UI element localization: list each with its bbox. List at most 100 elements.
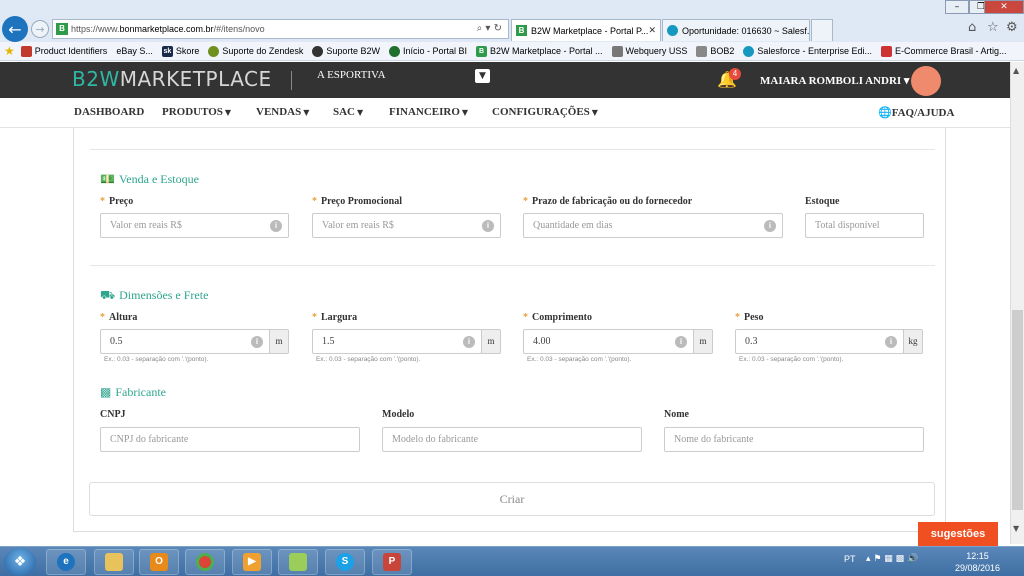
info-icon[interactable]: i [270,220,282,232]
favorite-link[interactable]: Product Identifiers [20,45,107,57]
peso-input[interactable]: 0.3 i [735,329,904,354]
info-icon[interactable]: i [463,336,475,348]
salesforce-icon [743,45,755,57]
taskbar-explorer[interactable] [94,549,134,575]
favorites-star-icon[interactable]: ☆ [987,20,999,35]
hint-text: Ex.: 0.03 - separação com '.'(ponto). [104,356,209,363]
nav-produtos[interactable]: PRODUTOS ▼ [162,106,231,118]
scroll-up-icon[interactable]: ▲ [1013,66,1019,75]
powerpoint-icon: P [383,553,401,571]
info-icon[interactable]: i [482,220,494,232]
settings-gear-icon[interactable]: ⚙ [1006,20,1018,35]
store-name: A ESPORTIVA [317,69,386,81]
chrome-icon [196,553,214,571]
favorites-star-icon[interactable]: ★ [4,44,15,58]
prazo-input[interactable]: Quantidade em dias i [523,213,783,238]
new-tab-button[interactable] [811,19,833,41]
address-tools-icon[interactable]: ⌕ ▾ ↻ [477,23,502,34]
caret-down-icon: ▼ [224,108,232,117]
tab-salesforce-opportunity[interactable]: Oportunidade: 016630 ~ Salesf... [662,19,810,41]
home-icon[interactable]: ⌂ [968,20,976,35]
unit-addon: m [481,329,501,354]
label-peso: * Peso [735,312,764,323]
nav-configuracoes[interactable]: CONFIGURAÇÕES ▼ [492,106,598,118]
divider [90,149,935,150]
favorite-link[interactable]: eBay S... [116,46,153,56]
forward-button[interactable]: → [31,20,49,38]
bookmark-icon [20,45,32,57]
start-button[interactable]: ❖ [4,548,36,576]
largura-input[interactable]: 1.5 i [312,329,482,354]
user-menu[interactable]: MAIARA ROMBOLI ANDRI ▾ [760,74,909,87]
cnpj-input[interactable]: CNPJ do fabricante [100,427,360,452]
scrollbar-thumb[interactable] [1012,310,1023,510]
tab-label: B2W Marketplace - Portal P... [531,25,649,36]
folder-icon [105,553,123,571]
label-cnpj: CNPJ [100,409,126,420]
modelo-input[interactable]: Modelo do fabricante [382,427,642,452]
taskbar-outlook[interactable]: O [139,549,179,575]
favorite-link[interactable]: E-Commerce Brasil - Artig... [880,45,1007,57]
preco-promocional-input[interactable]: Valor em reais R$ i [312,213,501,238]
close-tab-icon[interactable]: ✕ [648,25,656,36]
favorite-link[interactable]: B B2W Marketplace - Portal ... [475,45,603,57]
taskbar-powerpoint[interactable]: P [372,549,412,575]
preco-input[interactable]: Valor em reais R$ i [100,213,289,238]
info-icon[interactable]: i [251,336,263,348]
info-icon[interactable]: i [675,336,687,348]
nav-sac[interactable]: SAC ▼ [333,106,363,118]
favorite-link[interactable]: Suporte do Zendesk [208,45,303,57]
taskbar-notes[interactable] [278,549,318,575]
taskbar-skype[interactable]: S [325,549,365,575]
store-dropdown-icon[interactable]: ▼ [475,69,490,83]
favorites-bar: ★ Product Identifiers eBay S... sk Skore … [0,42,1024,61]
favorite-link[interactable]: Salesforce - Enterprise Edi... [743,45,872,57]
nav-dashboard[interactable]: DASHBOARD [74,106,144,118]
comprimento-input[interactable]: 4.00 i [523,329,694,354]
language-indicator[interactable]: PT [844,554,856,564]
page-scrollbar[interactable]: ▲ ▼ [1010,62,1024,544]
taskbar-chrome[interactable] [185,549,225,575]
altura-input[interactable]: 0.5 i [100,329,270,354]
label-preco: * Preço [100,196,134,207]
internet-explorer-icon: e [57,553,75,571]
truck-icon: ⛟ [100,288,116,302]
hint-text: Ex.: 0.03 - separação com '.'(ponto). [739,356,844,363]
zendesk-icon [208,45,220,57]
system-clock[interactable]: 12:15 29/08/2016 [955,550,1000,574]
favorite-link[interactable]: sk Skore [161,45,199,57]
notifications-badge: 4 [729,68,741,80]
favorite-link[interactable]: Início - Portal BI [388,45,467,57]
globe-icon: 🌐 [878,106,892,119]
page-icon [611,45,623,57]
tray-icons[interactable]: ▴ ⚑ ▦ ▩ 🔊 [866,554,918,564]
hint-text: Ex.: 0.03 - separação com '.'(ponto). [527,356,632,363]
close-window-icon[interactable]: ✕ [984,0,1024,14]
scroll-down-icon[interactable]: ▼ [1013,524,1019,533]
favorite-link[interactable]: Webquery USS [611,45,687,57]
estoque-input[interactable]: Total disponível [805,213,924,238]
avatar[interactable] [911,66,941,96]
taskbar-ie[interactable]: e [46,549,86,575]
b2w-logo[interactable]: B2WMARKETPLACE [72,67,272,91]
nome-input[interactable]: Nome do fabricante [664,427,924,452]
favorite-link[interactable]: Suporte B2W [312,45,380,57]
info-icon[interactable]: i [885,336,897,348]
skype-icon: S [336,553,354,571]
favorite-link[interactable]: BOB2 [696,45,734,57]
nav-vendas[interactable]: VENDAS ▼ [256,106,309,118]
notes-icon [289,553,307,571]
taskbar-media[interactable]: ▶ [232,549,272,575]
nav-help[interactable]: 🌐FAQ/AJUDA [878,106,954,119]
address-bar[interactable]: B https://www. bonmarketplace.com.br/#/it… [52,19,509,39]
divider [90,265,935,266]
criar-button[interactable]: Criar [89,482,935,516]
info-icon[interactable]: i [764,220,776,232]
sugestoes-button[interactable]: sugestões [918,522,998,546]
nav-financeiro[interactable]: FINANCEIRO ▼ [389,106,468,118]
tab-b2w-marketplace[interactable]: B B2W Marketplace - Portal P... ✕ [511,19,661,41]
label-comprimento: * Comprimento [523,312,592,323]
caret-down-icon: ▼ [591,108,598,117]
minimize-icon[interactable]: – [945,0,969,14]
back-button[interactable]: ← [2,16,28,42]
